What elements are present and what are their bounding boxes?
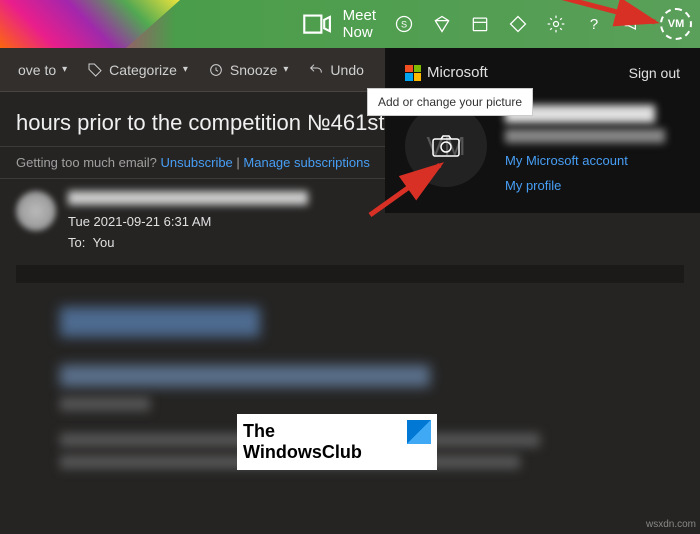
microsoft-label: Microsoft	[427, 64, 488, 81]
move-to-button[interactable]: ove to ▾	[8, 58, 77, 82]
snooze-label: Snooze	[230, 62, 277, 78]
body-logo-blurred	[60, 307, 260, 337]
page-watermark: wsxdn.com	[646, 519, 696, 530]
microsoft-logo: Microsoft	[405, 64, 488, 81]
move-to-label: ove to	[18, 62, 56, 78]
avatar-tooltip: Add or change your picture	[367, 88, 533, 116]
body-text-blurred	[60, 397, 150, 411]
chevron-down-icon: ▾	[62, 64, 67, 75]
snooze-button[interactable]: Snooze ▾	[198, 58, 299, 82]
tag-outline-icon	[87, 62, 103, 78]
manage-subscriptions-link[interactable]: Manage subscriptions	[243, 155, 369, 170]
my-microsoft-account-link[interactable]: My Microsoft account	[505, 153, 665, 168]
video-icon	[300, 7, 334, 41]
divider	[16, 265, 684, 283]
sign-out-link[interactable]: Sign out	[629, 65, 680, 81]
twc-line2: WindowsClub	[243, 442, 437, 463]
undo-icon	[308, 62, 324, 78]
avatar-initials: VM	[668, 18, 685, 30]
clock-icon	[208, 62, 224, 78]
calendar-icon[interactable]	[470, 14, 490, 34]
chevron-down-icon: ▾	[183, 64, 188, 75]
header-decor	[0, 0, 180, 48]
separator: |	[233, 155, 244, 170]
tag-icon[interactable]	[508, 14, 528, 34]
body-title-blurred	[60, 365, 430, 387]
annotation-arrow-1	[560, 0, 670, 37]
email-date: Tue 2021-09-21 6:31 AM	[68, 212, 308, 233]
sender-avatar	[16, 191, 56, 231]
svg-text:S: S	[401, 19, 407, 29]
sender-name-blurred	[68, 191, 308, 205]
to-label: To:	[68, 235, 85, 250]
account-email-blurred	[505, 129, 665, 143]
unsubscribe-link[interactable]: Unsubscribe	[161, 155, 233, 170]
my-profile-link[interactable]: My profile	[505, 178, 665, 193]
twc-square-icon	[407, 420, 431, 444]
to-value: You	[93, 235, 115, 250]
camera-icon	[432, 135, 460, 157]
diamond-icon[interactable]	[432, 14, 452, 34]
manage-prefix: Getting too much email?	[16, 155, 161, 170]
annotation-arrow-2	[370, 160, 460, 225]
categorize-label: Categorize	[109, 62, 177, 78]
chevron-down-icon: ▾	[283, 64, 288, 75]
undo-label: Undo	[330, 62, 363, 78]
meet-now-button[interactable]: Meet Now	[300, 7, 376, 41]
skype-icon[interactable]: S	[394, 14, 414, 34]
microsoft-logo-icon	[405, 65, 421, 81]
categorize-button[interactable]: Categorize ▾	[77, 58, 198, 82]
windowsclub-watermark: The WindowsClub	[237, 414, 437, 470]
meet-now-label: Meet Now	[343, 7, 376, 41]
undo-button[interactable]: Undo	[298, 58, 373, 82]
